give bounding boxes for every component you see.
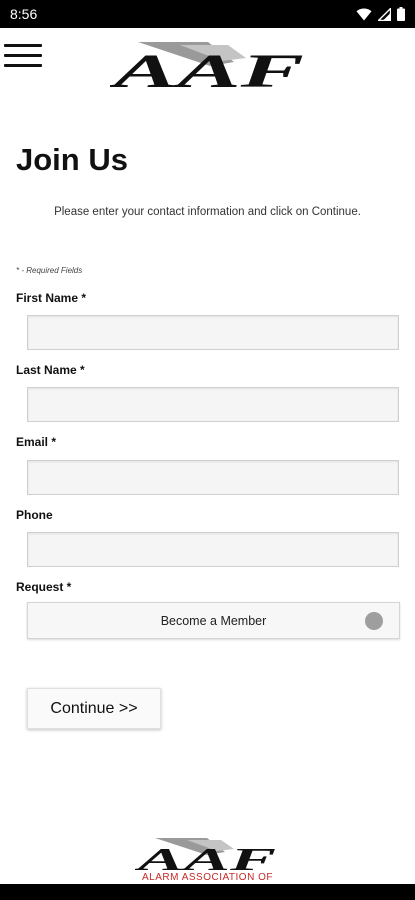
phone-input[interactable]	[27, 532, 399, 567]
system-nav-bar	[0, 884, 415, 900]
request-label: Request *	[16, 580, 72, 594]
email-input[interactable]	[27, 460, 399, 495]
app-header: AAF	[0, 28, 415, 98]
status-time: 8:56	[10, 6, 38, 22]
phone-label: Phone	[16, 508, 53, 522]
wifi-icon	[356, 8, 372, 20]
required-fields-note: * - Required Fields	[16, 266, 83, 275]
status-bar: 8:56	[0, 0, 415, 28]
continue-button[interactable]: Continue >>	[27, 688, 161, 729]
signal-icon	[378, 7, 391, 21]
intro-text: Please enter your contact information an…	[54, 206, 361, 218]
first-name-label: First Name *	[16, 291, 87, 305]
battery-icon	[397, 7, 405, 21]
footer-org-name: ALARM ASSOCIATION OF	[142, 872, 273, 883]
request-selected-value: Become a Member	[160, 614, 267, 628]
first-name-input[interactable]	[27, 315, 399, 350]
dropdown-indicator-icon	[365, 612, 383, 630]
svg-text:AAF: AAF	[110, 45, 304, 92]
status-icons	[356, 7, 405, 21]
email-label: Email *	[16, 435, 57, 449]
last-name-input[interactable]	[27, 387, 399, 422]
hamburger-menu-icon[interactable]	[4, 42, 44, 70]
last-name-label: Last Name *	[16, 363, 85, 377]
aaf-logo: AAF	[110, 42, 304, 92]
page-title: Join Us	[16, 142, 128, 177]
request-select[interactable]: Become a Member	[27, 602, 400, 639]
